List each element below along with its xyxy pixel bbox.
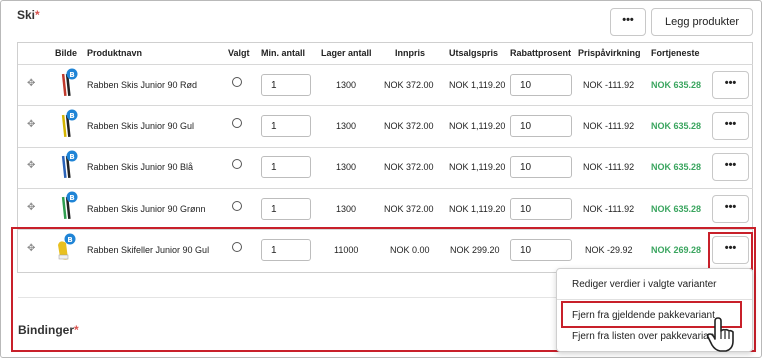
- hand-cursor-icon: [706, 317, 734, 352]
- drag-handle-icon[interactable]: ✥: [27, 78, 35, 89]
- price-impact: NOK -111.92: [583, 80, 635, 90]
- header-stock: Lager antall: [321, 48, 372, 58]
- sale-price: NOK 1,119.20: [449, 121, 506, 131]
- svg-text:B: B: [69, 71, 74, 79]
- selected-radio[interactable]: [232, 77, 242, 87]
- ski-thumbnail-blue: B: [61, 150, 78, 179]
- profit-value: NOK 635.28: [651, 162, 702, 172]
- product-name: Rabben Skis Junior 90 Gul: [87, 121, 195, 131]
- ski-thumbnail-red: B: [61, 68, 78, 97]
- row-more-button[interactable]: •••: [712, 195, 749, 223]
- drag-handle-icon[interactable]: ✥: [27, 160, 35, 171]
- stock-value: 1300: [336, 204, 357, 214]
- cost-price: NOK 372.00: [384, 162, 434, 172]
- row-divider: [18, 147, 753, 148]
- row-divider: [18, 64, 753, 65]
- stock-value: 1300: [336, 162, 357, 172]
- profit-value: NOK 635.28: [651, 121, 702, 131]
- row-more-button[interactable]: •••: [712, 71, 749, 99]
- header-cost-price: Innpris: [395, 48, 426, 58]
- min-qty-input[interactable]: 1: [261, 74, 311, 96]
- svg-text:B: B: [69, 153, 74, 161]
- cost-price: NOK 372.00: [384, 80, 434, 90]
- price-impact: NOK -111.92: [583, 204, 635, 214]
- ski-section-title: Ski*: [17, 8, 40, 22]
- row-more-button[interactable]: •••: [712, 153, 749, 181]
- sale-price: NOK 1,119.20: [449, 80, 506, 90]
- row-divider: [18, 188, 753, 189]
- sale-price: NOK 1,119.20: [449, 162, 506, 172]
- sale-price: NOK 1,119.20: [449, 204, 506, 214]
- selected-radio[interactable]: [232, 118, 242, 128]
- svg-text:B: B: [69, 112, 74, 120]
- min-qty-input[interactable]: 1: [261, 198, 311, 220]
- menu-item-remove-from-variant-list[interactable]: Fjern fra listen over pakkevarianter: [572, 331, 726, 342]
- discount-input[interactable]: 10: [510, 115, 572, 137]
- selected-radio[interactable]: [232, 159, 242, 169]
- min-qty-input[interactable]: 1: [261, 156, 311, 178]
- product-name: Rabben Skis Junior 90 Grønn: [87, 204, 206, 214]
- price-impact: NOK -111.92: [583, 162, 635, 172]
- row-more-button[interactable]: •••: [712, 112, 749, 140]
- profit-value: NOK 635.28: [651, 80, 702, 90]
- discount-input[interactable]: 10: [510, 198, 572, 220]
- discount-input[interactable]: 10: [510, 156, 572, 178]
- cost-price: NOK 372.00: [384, 121, 434, 131]
- ski-thumbnail-yellow: B: [61, 109, 78, 138]
- highlight-more-button: [708, 232, 753, 270]
- svg-text:B: B: [69, 194, 74, 202]
- menu-item-edit-selected-variants[interactable]: Rediger verdier i valgte varianter: [572, 279, 717, 290]
- selected-radio[interactable]: [232, 201, 242, 211]
- cost-price: NOK 372.00: [384, 204, 434, 214]
- header-image: Bilde: [55, 48, 78, 58]
- header-price-impact: Prispåvirkning: [578, 48, 641, 58]
- header-sale-price: Utsalgspris: [449, 48, 499, 58]
- row-divider: [18, 105, 753, 106]
- drag-handle-icon[interactable]: ✥: [27, 202, 35, 213]
- add-products-button[interactable]: Legg produkter: [651, 8, 753, 36]
- profit-value: NOK 635.28: [651, 204, 702, 214]
- discount-input[interactable]: 10: [510, 74, 572, 96]
- section-more-button[interactable]: •••: [610, 8, 646, 36]
- stock-value: 1300: [336, 121, 357, 131]
- header-discount: Rabattprosent: [510, 48, 572, 58]
- ski-thumbnail-green: B: [61, 191, 78, 220]
- drag-handle-icon[interactable]: ✥: [27, 119, 35, 130]
- menu-divider: [557, 299, 752, 300]
- header-profit: Fortjeneste: [651, 48, 700, 58]
- stock-value: 1300: [336, 80, 357, 90]
- header-min-qty: Min. antall: [261, 48, 306, 58]
- min-qty-input[interactable]: 1: [261, 115, 311, 137]
- product-name: Rabben Skis Junior 90 Blå: [87, 162, 194, 172]
- header-product-name: Produktnavn: [87, 48, 143, 58]
- price-impact: NOK -111.92: [583, 121, 635, 131]
- product-name: Rabben Skis Junior 90 Rød: [87, 80, 198, 90]
- header-selected: Valgt: [228, 48, 250, 58]
